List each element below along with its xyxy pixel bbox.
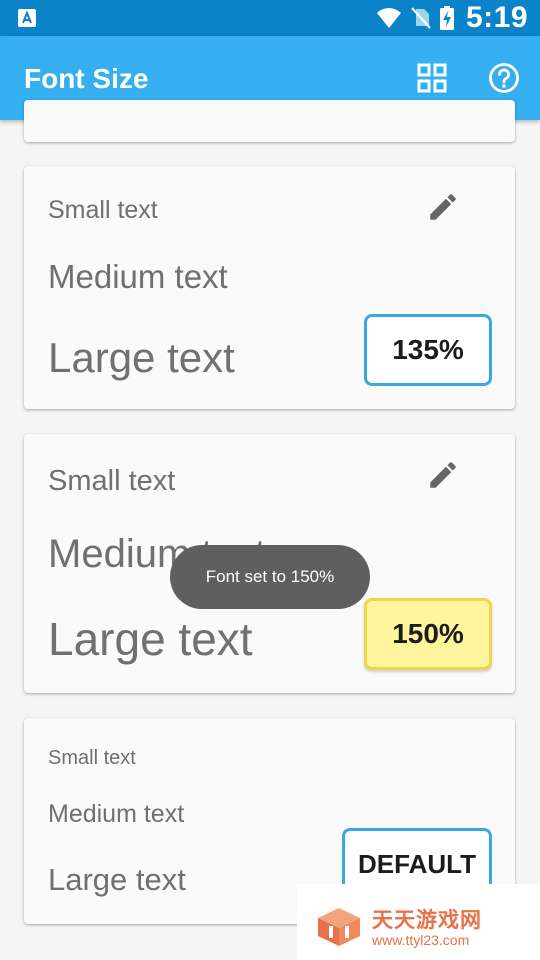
site-logo-icon: [318, 908, 360, 946]
pencil-icon[interactable]: [426, 458, 460, 492]
help-icon[interactable]: [488, 62, 520, 94]
grid-view-icon[interactable]: [416, 62, 448, 94]
font-size-150-button[interactable]: 150%: [364, 598, 492, 670]
pencil-icon[interactable]: [426, 190, 460, 224]
no-sim-icon: [411, 7, 431, 29]
medium-text-sample: Medium text: [48, 258, 228, 295]
small-text-sample: Small text: [48, 196, 158, 224]
app-title: Font Size: [24, 63, 149, 94]
large-text-sample: Large text: [48, 862, 186, 897]
notification-icon: [18, 9, 36, 27]
wifi-icon: [376, 8, 401, 28]
watermark-brand: 天天游戏网: [372, 909, 482, 932]
small-text-sample: Small text: [48, 747, 136, 769]
status-time: 5:19: [465, 1, 528, 34]
toast-message: Font set to 150%: [170, 545, 370, 609]
watermark-url: www.ttyl23.com: [372, 932, 470, 948]
battery-charging-icon: [439, 6, 454, 30]
large-text-sample: Large text: [48, 613, 253, 665]
medium-text-sample: Medium text: [48, 800, 185, 828]
watermark: 天天游戏网 www.ttyl23.com: [297, 884, 540, 960]
font-card-135: Small text Medium text Large text 135%: [24, 166, 515, 409]
status-bar: 5:19: [0, 0, 540, 36]
font-size-135-button[interactable]: 135%: [364, 314, 492, 386]
font-card-partial: [24, 100, 515, 142]
large-text-sample: Large text: [48, 334, 235, 381]
small-text-sample: Small text: [48, 465, 176, 497]
